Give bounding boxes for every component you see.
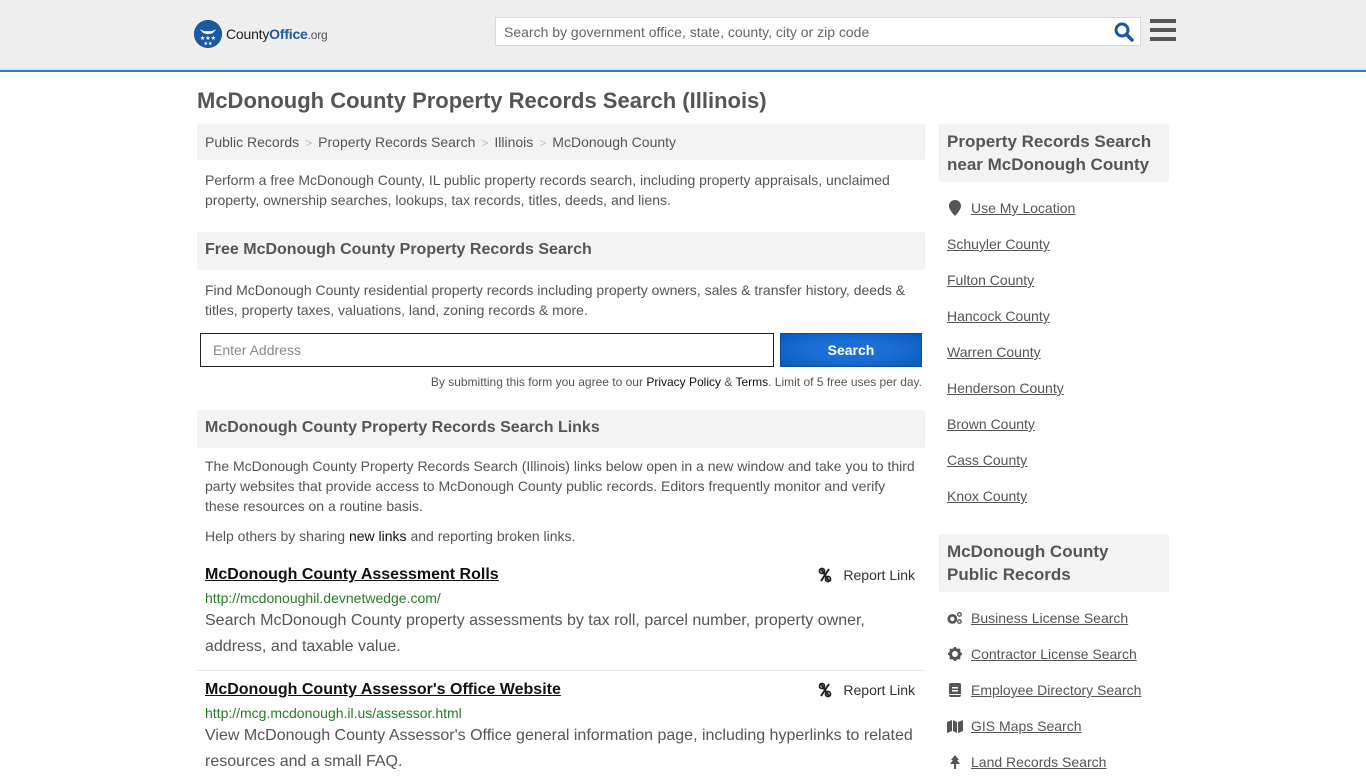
disclaimer-suffix: . Limit of 5 free uses per day. [768, 375, 922, 389]
cogs-icon [947, 610, 963, 626]
svg-text:★★: ★★ [204, 41, 213, 47]
divider [197, 670, 925, 671]
site-search-input[interactable] [496, 18, 1096, 45]
help-text: Help others by sharing new links and rep… [197, 526, 925, 546]
employee-directory-search-link[interactable]: Employee Directory Search [971, 682, 1141, 698]
report-link-label: Report Link [843, 682, 915, 698]
map-icon [947, 718, 963, 734]
help-prefix: Help others by sharing [205, 528, 349, 544]
address-search-button[interactable]: Search [780, 333, 922, 367]
broken-link-icon [819, 567, 832, 583]
link-description: View McDonough County Assessor's Office … [205, 727, 913, 770]
help-suffix: and reporting broken links. [406, 528, 576, 544]
public-record-item: GIS Maps Search [947, 708, 1161, 744]
business-license-search-link[interactable]: Business License Search [971, 610, 1128, 626]
free-search-heading: Free McDonough County Property Records S… [197, 232, 925, 270]
page-title: McDonough County Property Records Search… [197, 88, 767, 113]
gis-maps-search-link[interactable]: GIS Maps Search [971, 718, 1082, 734]
disclaimer-prefix: By submitting this form you agree to our [430, 375, 647, 389]
report-link-button[interactable]: Report Link [817, 682, 917, 698]
new-links-link[interactable]: new links [349, 528, 407, 544]
terms-link[interactable]: Terms [735, 375, 768, 389]
public-record-item: Contractor License Search [947, 636, 1161, 672]
nearby-link-knox[interactable]: Knox County [947, 488, 1027, 504]
contractor-license-search-link[interactable]: Contractor License Search [971, 646, 1137, 662]
breadcrumb-current: McDonough County [552, 134, 677, 150]
nearby-item: Hancock County [947, 298, 1161, 334]
nearby-item: Knox County [947, 478, 1161, 514]
public-records-list: Business License Search Contractor Licen… [939, 600, 1169, 780]
logo[interactable]: ★★★ ★★ CountyOffice.org [194, 20, 328, 48]
nearby-item: Brown County [947, 406, 1161, 442]
intro-text: Perform a free McDonough County, IL publ… [205, 172, 890, 208]
nearby-link-cass[interactable]: Cass County [947, 452, 1027, 468]
use-location-item: Use My Location [947, 190, 1161, 226]
link-title[interactable]: McDonough County Assessor's Office Websi… [205, 681, 561, 699]
links-section-heading: McDonough County Property Records Search… [197, 410, 925, 448]
breadcrumb-separator: > [481, 136, 489, 150]
logo-text: CountyOffice.org [226, 26, 328, 42]
link-item: McDonough County Assessment Rolls Report… [197, 566, 925, 660]
privacy-policy-link[interactable]: Privacy Policy [646, 375, 721, 389]
breadcrumb: Public Records > Property Records Search > I… [197, 124, 925, 160]
nearby-item: Henderson County [947, 370, 1161, 406]
site-search [495, 17, 1141, 46]
address-search-form: Search [197, 333, 925, 367]
nearby-item: Schuyler County [947, 226, 1161, 262]
book-icon [947, 682, 963, 698]
address-input[interactable] [200, 333, 774, 367]
map-marker-icon [947, 200, 963, 216]
main-content: Public Records > Property Records Search > I… [197, 124, 925, 775]
link-url: http://mcg.mcdonough.il.us/assessor.html [205, 705, 462, 721]
logo-eagle-icon: ★★★ ★★ [194, 20, 222, 48]
nearby-link-henderson[interactable]: Henderson County [947, 380, 1064, 396]
nearby-link-brown[interactable]: Brown County [947, 416, 1035, 432]
public-record-item: Business License Search [947, 600, 1161, 636]
public-record-item: Employee Directory Search [947, 672, 1161, 708]
nearby-item: Cass County [947, 442, 1161, 478]
gear-icon [947, 646, 963, 662]
nearby-heading: Property Records Search near McDonough C… [939, 124, 1169, 182]
sidebar: Property Records Search near McDonough C… [939, 124, 1169, 780]
breadcrumb-property-records-search[interactable]: Property Records Search [318, 134, 475, 150]
form-disclaimer: By submitting this form you agree to our… [197, 375, 925, 389]
report-link-label: Report Link [843, 567, 915, 583]
nearby-link-fulton[interactable]: Fulton County [947, 272, 1034, 288]
public-record-item: Land Records Search [947, 744, 1161, 780]
nearby-link-hancock[interactable]: Hancock County [947, 308, 1050, 324]
nearby-list: Use My Location Schuyler County Fulton C… [939, 190, 1169, 514]
link-item: McDonough County Assessor's Office Websi… [197, 681, 925, 775]
public-records-heading: McDonough County Public Records [939, 534, 1169, 592]
free-search-description: Find McDonough County residential proper… [205, 282, 906, 318]
nearby-link-schuyler[interactable]: Schuyler County [947, 236, 1050, 252]
search-icon[interactable] [1114, 22, 1134, 42]
breadcrumb-illinois[interactable]: Illinois [494, 134, 533, 150]
breadcrumb-separator: > [305, 136, 313, 150]
link-description: Search McDonough County property assessm… [205, 612, 865, 655]
use-my-location-link[interactable]: Use My Location [971, 200, 1075, 216]
link-title[interactable]: McDonough County Assessment Rolls [205, 566, 499, 584]
nearby-item: Fulton County [947, 262, 1161, 298]
broken-link-icon [819, 682, 832, 698]
report-link-button[interactable]: Report Link [817, 567, 917, 583]
breadcrumb-separator: > [539, 136, 547, 150]
disclaimer-amp: & [721, 375, 736, 389]
breadcrumb-public-records[interactable]: Public Records [205, 134, 299, 150]
link-url: http://mcdonoughil.devnetwedge.com/ [205, 590, 441, 606]
nearby-item: Warren County [947, 334, 1161, 370]
top-header: ★★★ ★★ CountyOffice.org [0, 0, 1366, 72]
links-section-description: The McDonough County Property Records Se… [205, 458, 915, 514]
nearby-link-warren[interactable]: Warren County [947, 344, 1041, 360]
hamburger-menu-icon[interactable] [1150, 19, 1176, 43]
